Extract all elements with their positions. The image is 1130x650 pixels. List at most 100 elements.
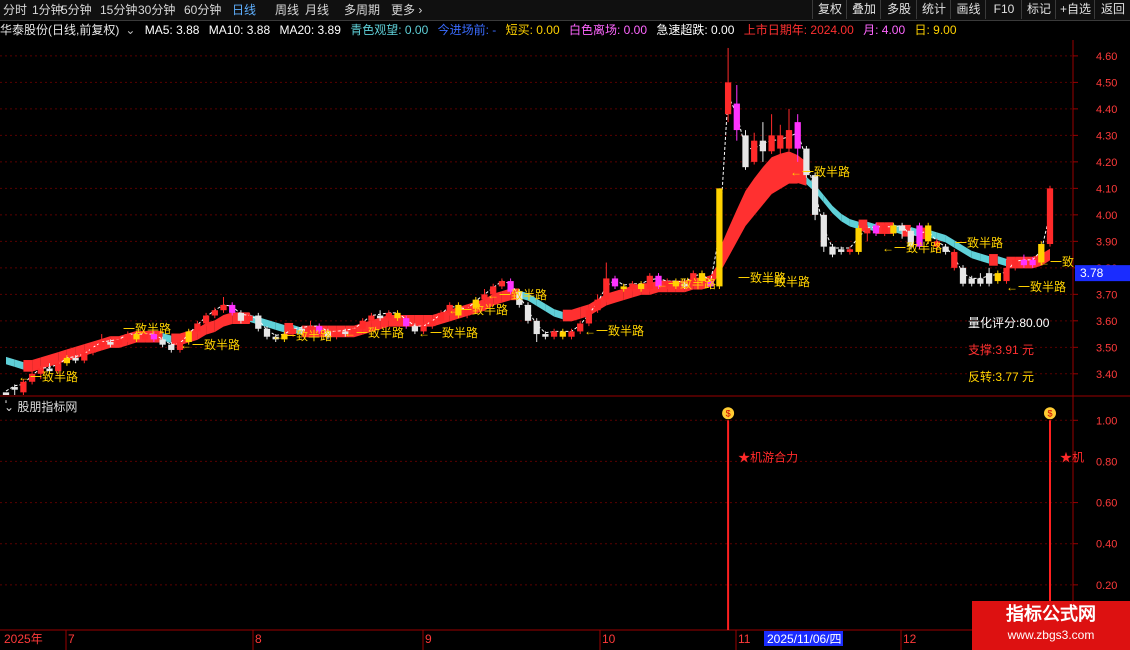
price-tick-label-11: 3.50 [1096,342,1117,354]
annotation-5: ←一致半路 [448,302,508,317]
annotation-3: ←一致半路 [344,325,404,340]
candle-body-96 [838,249,845,252]
candle-body-70 [611,278,619,287]
price-tick-label-9: 3.70 [1096,289,1117,301]
ma-band-seg-24 [214,314,224,332]
candle-body-89 [777,135,784,149]
ma-band-seg-0 [6,356,15,367]
ma-band-seg-47 [414,314,424,327]
ma-band-seg-112 [980,253,990,264]
candle-body-94 [820,214,827,247]
year-label: 2025年 [4,632,43,646]
candle-body-109 [951,251,958,268]
candle-body-103 [898,225,906,231]
annotation-4: ←一致半路 [418,325,478,340]
candle-body-116 [1012,259,1019,268]
ma-band-seg-65 [571,307,581,322]
candle-body-73 [637,283,645,290]
candle-body-50 [437,312,445,321]
annotation-short-0: 一致半路 [123,321,171,336]
signal-label-1: ★机 [1060,450,1084,464]
price-tick-label-5: 4.10 [1096,183,1117,195]
candle-body-0 [2,392,10,395]
annotation-short-3: 一致半路 [955,235,1003,250]
candle-body-90 [785,130,793,149]
ma-band-seg-70 [615,288,624,303]
candle-body-85 [742,135,749,168]
candle-body-110 [959,267,967,284]
price-tick-label-3: 4.30 [1096,130,1117,142]
price-tick-label-2: 4.40 [1096,104,1117,116]
ma-band-seg-1 [14,359,24,370]
collapse-icon[interactable]: ⌄ [4,400,17,414]
candle-body-68 [594,299,601,311]
ma-band-seg-113 [989,254,998,266]
month-label-3: 10 [602,632,616,646]
sub-panel-header[interactable]: ⌄ 股朋指标网 [4,398,77,415]
candle-body-114 [994,273,1001,282]
watermark-url: www.zbgs3.com [1007,628,1095,642]
candle-body-28 [246,315,253,321]
annotation-11: ←一致半路 [1006,279,1066,294]
candle-body-64 [559,331,566,337]
annotation-7: ←一致半路 [584,323,644,338]
annotation-2: ←一致半路 [272,328,332,343]
candle-body-65 [568,331,575,337]
candle-body-62 [542,334,549,337]
candle-body-22 [194,323,201,332]
annotation-6: ←一致半路 [487,287,547,302]
candle-body-29 [255,315,262,329]
cursor-date-label: 2025/11/06/四 [767,632,842,646]
candle-body-66 [577,323,584,332]
price-tick-label-10: 3.60 [1096,316,1117,328]
price-tick-label-1: 4.50 [1096,77,1117,89]
sub-tick-label-4: 0.20 [1096,580,1117,592]
candle-body-86 [751,140,758,162]
price-tick-label-0: 4.60 [1096,51,1117,63]
month-label-0: 7 [68,632,75,646]
candle-body-101 [881,225,888,234]
kline-chart[interactable]: 4.604.504.404.304.204.104.003.903.803.70… [0,0,1130,650]
candle-body-93 [811,175,819,215]
candle-body-69 [603,278,610,300]
annotation-9: ←一致半路 [790,164,850,179]
candle-body-8 [72,357,79,361]
ma-band-seg-64 [562,309,572,322]
candle-body-25 [220,304,227,311]
candle-body-99 [864,228,871,234]
candle-body-83 [724,82,732,115]
score-label: 量化评分:80.00 [968,316,1050,330]
candle-body-63 [550,331,558,337]
month-label-1: 8 [255,632,262,646]
price-tick-label-12: 3.40 [1096,369,1117,381]
candle-body-57 [498,281,506,287]
candle-body-82 [716,188,723,287]
candle-body-42 [368,315,375,321]
candle-body-88 [768,135,775,152]
current-price-label: 3.78 [1080,266,1104,280]
candle-body-23 [202,315,210,324]
sub-tick-label-0: 1.00 [1096,415,1117,427]
watermark-title: 指标公式网 [1006,604,1096,624]
price-tick-label-7: 3.90 [1096,236,1117,248]
candle-body-1 [11,387,18,390]
money-bag-symbol-1: $ [1047,408,1052,418]
reversal-label: 反转:3.77 元 [968,369,1034,384]
candle-body-61 [533,320,540,335]
candle-body-13 [115,339,123,345]
price-tick-label-6: 4.00 [1096,210,1117,222]
candle-body-120 [1046,188,1054,244]
candle-body-43 [376,315,384,319]
price-tick-label-4: 4.20 [1096,157,1117,169]
candle-body-84 [733,103,740,131]
candle-body-112 [977,278,984,284]
candle-body-95 [829,246,836,255]
candle-body-91 [794,122,801,149]
month-label-5: 12 [903,632,917,646]
candle-body-108 [942,246,949,252]
ma-band-seg-96 [841,213,850,227]
ma-band-seg-111 [971,250,981,261]
candle-body-11 [98,342,105,348]
candle-body-71 [620,286,627,290]
annotation-1: ←一致半路 [180,337,240,352]
